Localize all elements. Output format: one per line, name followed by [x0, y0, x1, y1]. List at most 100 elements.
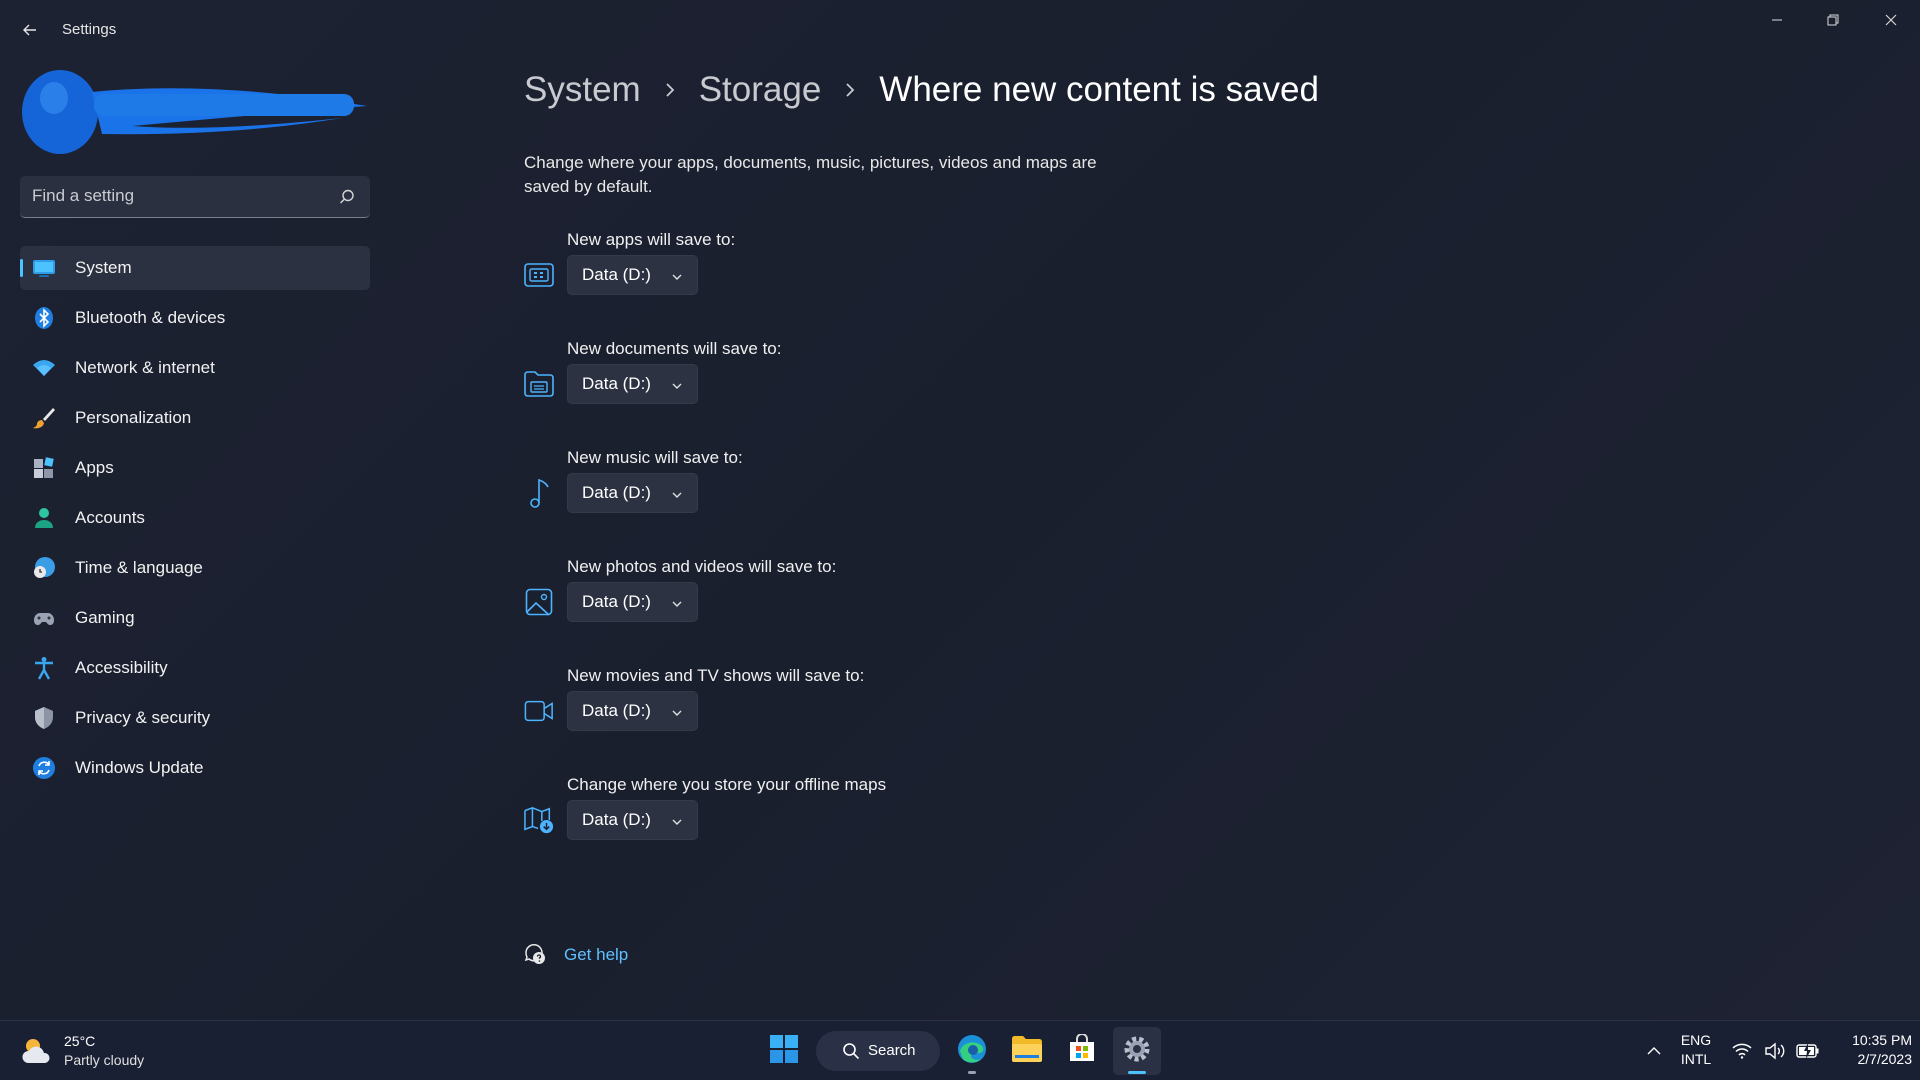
chevron-down-icon [671, 270, 683, 282]
settings-taskbar-button[interactable] [1113, 1027, 1161, 1075]
folder-icon [1011, 1035, 1043, 1068]
clock-time: 10:35 PM [1852, 1032, 1912, 1048]
minimize-icon[interactable] [1754, 6, 1800, 34]
sidebar-item-label: System [75, 258, 132, 277]
search-icon[interactable] [338, 188, 356, 206]
sidebar-item-label: Network & internet [75, 358, 215, 377]
store-icon [1067, 1032, 1097, 1069]
dropdown-value: Data (D:) [582, 483, 651, 502]
sidebar-item-privacy-security[interactable]: Privacy & security [20, 696, 370, 740]
sidebar-item-label: Time & language [75, 558, 203, 577]
settings-window: Settings System [0, 0, 1920, 1020]
volume-icon [1763, 1039, 1787, 1063]
new-movies-location-dropdown[interactable]: Data (D:) [567, 691, 698, 731]
setting-label: Change where you store your offline maps [567, 775, 887, 794]
restore-icon[interactable] [1810, 6, 1856, 34]
taskbar: 25°C Partly cloudy Search ENG INTL 10:35… [0, 1020, 1920, 1080]
search-icon [842, 1042, 860, 1060]
music-note-icon [524, 478, 554, 508]
user-profile-redacted[interactable] [12, 62, 372, 162]
sidebar-item-label: Windows Update [75, 758, 204, 777]
sidebar-item-label: Gaming [75, 608, 135, 627]
wifi-icon [1730, 1039, 1754, 1063]
dropdown-value: Data (D:) [582, 374, 651, 393]
help-chat-icon [524, 943, 548, 967]
sidebar-item-time-language[interactable]: Time & language [20, 546, 370, 590]
sidebar-item-windows-update[interactable]: Windows Update [20, 746, 370, 790]
back-arrow-icon[interactable] [18, 18, 42, 42]
apps-icon [524, 260, 554, 290]
accessibility-icon [32, 656, 56, 680]
chevron-down-icon [671, 815, 683, 827]
weather-description: Partly cloudy [64, 1052, 145, 1068]
breadcrumb-storage[interactable]: Storage [699, 70, 822, 110]
show-hidden-icons-chevron-up-icon[interactable] [1640, 1037, 1668, 1065]
setting-label: New movies and TV shows will save to: [567, 666, 865, 685]
edge-icon [956, 1033, 988, 1070]
start-button[interactable] [760, 1027, 808, 1075]
sidebar-item-system[interactable]: System [20, 246, 370, 290]
microsoft-store-taskbar-button[interactable] [1058, 1027, 1106, 1075]
taskbar-search-button[interactable]: Search [816, 1031, 940, 1071]
page-description: Change where your apps, documents, music… [524, 153, 1097, 196]
battery-charging-icon [1796, 1039, 1820, 1063]
chevron-down-icon [671, 597, 683, 609]
chevron-right-icon [843, 81, 857, 99]
setting-new-apps: New apps will save to: Data (D:) [524, 230, 1024, 320]
edge-taskbar-button[interactable] [948, 1027, 996, 1075]
setting-offline-maps: Change where you store your offline maps… [524, 775, 1024, 865]
setting-label: New documents will save to: [567, 339, 782, 358]
weather-temperature: 25°C [64, 1033, 96, 1049]
video-camera-icon [524, 696, 554, 726]
setting-new-music: New music will save to: Data (D:) [524, 448, 1024, 538]
file-explorer-taskbar-button[interactable] [1003, 1027, 1051, 1075]
sidebar-item-gaming[interactable]: Gaming [20, 596, 370, 640]
bluetooth-icon [32, 306, 56, 330]
weather-widget[interactable]: 25°C Partly cloudy [20, 1031, 180, 1071]
sidebar-item-bluetooth[interactable]: Bluetooth & devices [20, 296, 370, 340]
setting-label: New photos and videos will save to: [567, 557, 837, 576]
breadcrumb-system[interactable]: System [524, 70, 641, 110]
quick-settings-tray[interactable] [1730, 1035, 1820, 1067]
chevron-right-icon [663, 81, 677, 99]
keyboard-layout: INTL [1680, 1051, 1712, 1067]
active-indicator [1128, 1071, 1146, 1074]
get-help-link[interactable]: Get help [564, 945, 628, 965]
wifi-icon [32, 356, 56, 380]
setting-label: New music will save to: [567, 448, 743, 467]
new-music-location-dropdown[interactable]: Data (D:) [567, 473, 698, 513]
image-icon [524, 587, 554, 617]
system-clock[interactable]: 10:35 PM 2/7/2023 [1822, 1031, 1912, 1071]
setting-new-photos-videos: New photos and videos will save to: Data… [524, 557, 1024, 647]
update-icon [32, 756, 56, 780]
chevron-down-icon [671, 379, 683, 391]
dropdown-value: Data (D:) [582, 265, 651, 284]
new-apps-location-dropdown[interactable]: Data (D:) [567, 255, 698, 295]
sidebar-item-apps[interactable]: Apps [20, 446, 370, 490]
apps-grid-icon [32, 456, 56, 480]
sidebar-item-label: Privacy & security [75, 708, 211, 727]
sidebar-item-label: Personalization [75, 408, 192, 427]
taskbar-search-label: Search [868, 1042, 916, 1059]
person-icon [32, 506, 56, 530]
page-title: Where new content is saved [879, 70, 1319, 109]
new-documents-location-dropdown[interactable]: Data (D:) [567, 364, 698, 404]
search-input[interactable] [32, 176, 332, 216]
sidebar-item-accessibility[interactable]: Accessibility [20, 646, 370, 690]
paintbrush-icon [32, 406, 56, 430]
dropdown-value: Data (D:) [582, 810, 651, 829]
find-setting-search[interactable] [20, 176, 370, 218]
sidebar-item-personalization[interactable]: Personalization [20, 396, 370, 440]
sidebar-item-label: Accessibility [75, 658, 168, 677]
offline-maps-location-dropdown[interactable]: Data (D:) [567, 800, 698, 840]
monitor-icon [32, 256, 56, 280]
sidebar-item-network[interactable]: Network & internet [20, 346, 370, 390]
running-indicator [968, 1071, 976, 1074]
app-title: Settings [62, 21, 117, 38]
input-language-indicator[interactable]: ENG INTL [1672, 1031, 1720, 1071]
close-icon[interactable] [1868, 6, 1914, 34]
sidebar-item-accounts[interactable]: Accounts [20, 496, 370, 540]
partly-cloudy-icon [20, 1035, 54, 1067]
chevron-down-icon [671, 488, 683, 500]
new-photos-location-dropdown[interactable]: Data (D:) [567, 582, 698, 622]
